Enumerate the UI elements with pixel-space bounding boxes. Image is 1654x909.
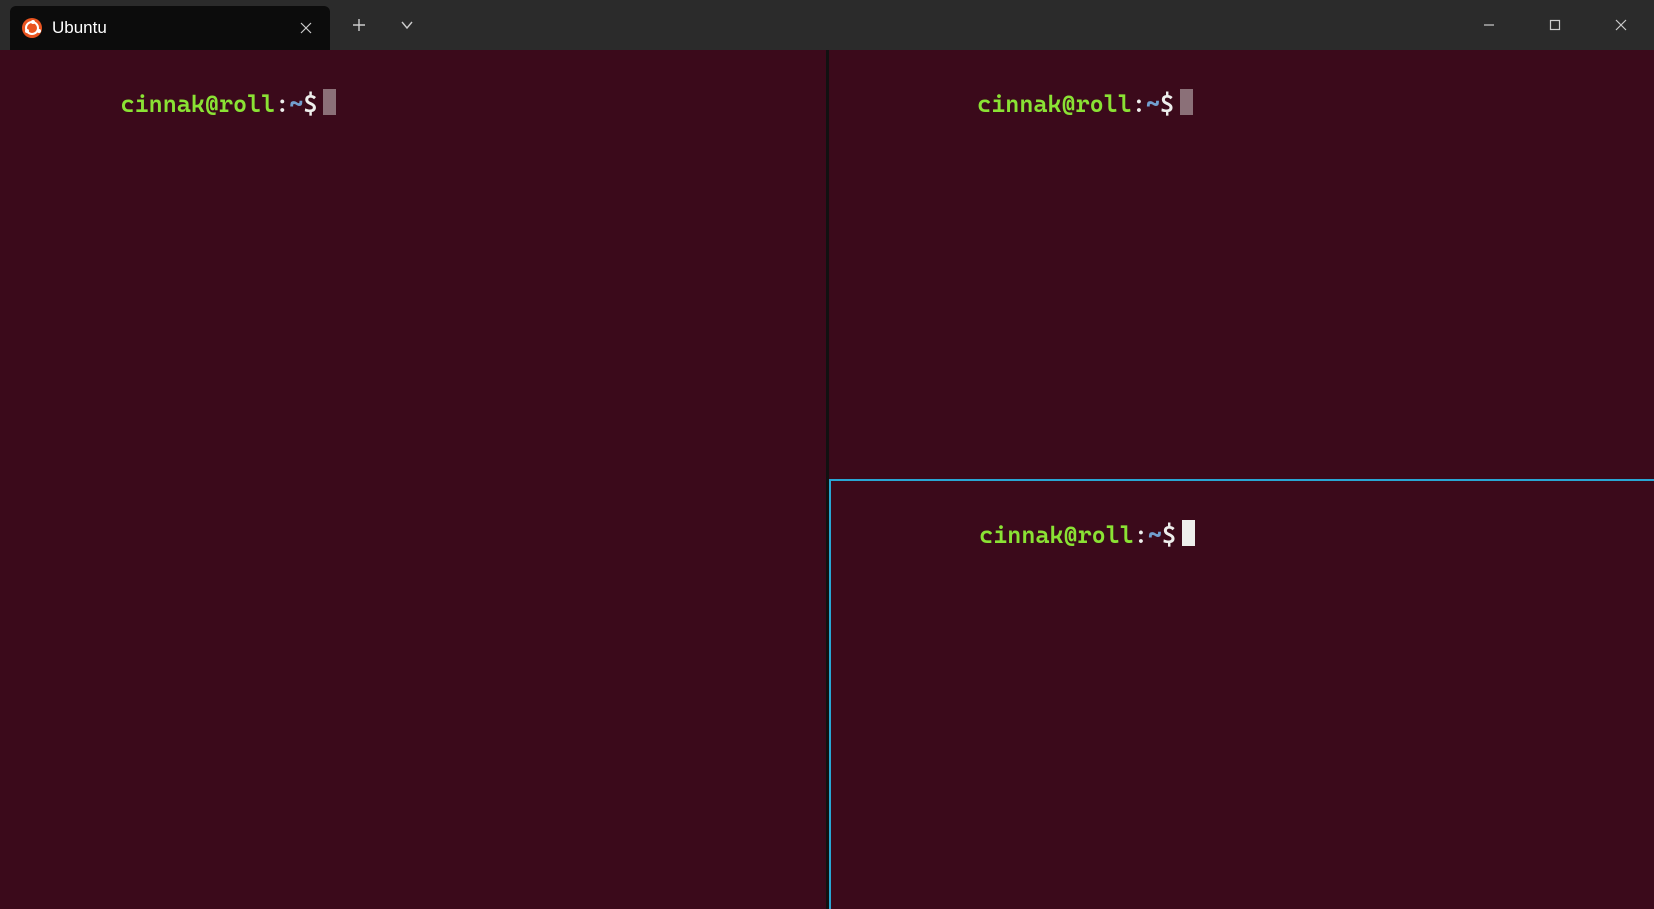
titlebar-drag-region[interactable] xyxy=(430,0,1456,50)
pane-container: cinnak@roll:~$ cinnak@roll:~$ cinnak@rol… xyxy=(0,50,1654,909)
cursor xyxy=(323,89,336,115)
titlebar: Ubuntu xyxy=(0,0,1654,50)
prompt-user-host: cinnak@roll xyxy=(977,90,1132,118)
prompt-path: ~ xyxy=(1146,90,1160,118)
cursor xyxy=(1182,520,1195,546)
close-icon xyxy=(1615,19,1627,31)
prompt-line: cinnak@roll:~$ xyxy=(8,58,336,152)
prompt-path: ~ xyxy=(1148,521,1162,549)
prompt-user-host: cinnak@roll xyxy=(121,90,276,118)
window-controls xyxy=(1456,0,1654,50)
pane-right-column: cinnak@roll:~$ cinnak@roll:~$ xyxy=(829,50,1654,909)
prompt-dollar: $ xyxy=(1160,90,1174,118)
tabstrip: Ubuntu xyxy=(0,0,330,50)
maximize-icon xyxy=(1549,19,1561,31)
terminal-pane-bottom-right-active[interactable]: cinnak@roll:~$ xyxy=(829,479,1654,909)
titlebar-actions xyxy=(336,0,430,50)
tab-title: Ubuntu xyxy=(52,18,286,38)
prompt-user-host: cinnak@roll xyxy=(979,521,1134,549)
terminal-window: Ubuntu xyxy=(0,0,1654,909)
maximize-button[interactable] xyxy=(1522,0,1588,50)
terminal-pane-top-right[interactable]: cinnak@roll:~$ xyxy=(829,50,1654,479)
new-tab-button[interactable] xyxy=(336,3,382,47)
prompt-line: cinnak@roll:~$ xyxy=(837,58,1194,152)
cursor xyxy=(1180,89,1193,115)
ubuntu-icon xyxy=(22,18,42,38)
chevron-down-icon xyxy=(400,18,414,32)
prompt-line: cinnak@roll:~$ xyxy=(839,489,1196,583)
prompt-dollar: $ xyxy=(1162,521,1176,549)
tab-ubuntu[interactable]: Ubuntu xyxy=(10,6,330,50)
plus-icon xyxy=(352,18,366,32)
prompt-colon: : xyxy=(1134,521,1148,549)
minimize-icon xyxy=(1483,19,1495,31)
close-icon xyxy=(300,22,312,34)
close-tab-button[interactable] xyxy=(296,18,316,38)
prompt-colon: : xyxy=(1132,90,1146,118)
terminal-pane-left[interactable]: cinnak@roll:~$ xyxy=(0,50,829,909)
prompt-colon: : xyxy=(275,90,289,118)
tab-dropdown-button[interactable] xyxy=(384,3,430,47)
close-window-button[interactable] xyxy=(1588,0,1654,50)
prompt-path: ~ xyxy=(289,90,303,118)
minimize-button[interactable] xyxy=(1456,0,1522,50)
prompt-dollar: $ xyxy=(303,90,317,118)
